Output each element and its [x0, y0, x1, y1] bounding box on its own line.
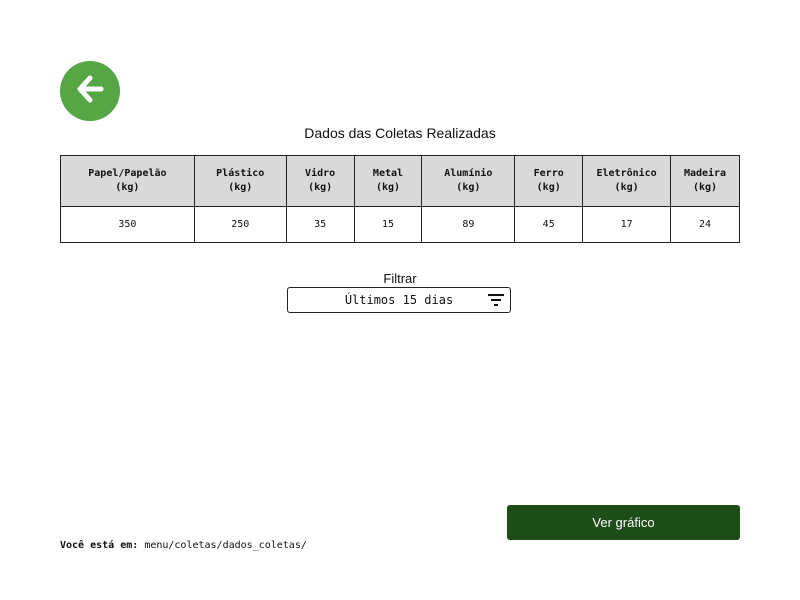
table-cell: 250	[193, 206, 287, 243]
table-header-row: Papel/Papelão (kg) Plástico (kg) Vidro (kg)…	[60, 155, 740, 207]
view-graph-button[interactable]: Ver gráfico	[507, 505, 740, 540]
table-cell: 24	[670, 206, 740, 243]
column-header: Plástico (kg)	[193, 155, 287, 207]
arrow-left-icon	[73, 72, 107, 111]
table-cell: 45	[514, 206, 584, 243]
column-header: Eletrônico (kg)	[582, 155, 672, 207]
column-header: Alumínio (kg)	[421, 155, 516, 207]
breadcrumb-prefix: Você está em:	[60, 540, 139, 551]
table-cell: 35	[285, 206, 355, 243]
table-cell: 89	[421, 206, 516, 243]
column-header: Madeira (kg)	[670, 155, 740, 207]
column-header: Papel/Papelão (kg)	[60, 155, 195, 207]
breadcrumb-path: menu/coletas/dados_coletas/	[144, 540, 307, 551]
filter-lines-icon[interactable]	[488, 293, 504, 307]
table-cell: 17	[582, 206, 672, 243]
filter-select[interactable]: Últimos 15 dias	[287, 287, 511, 313]
table-cell: 350	[60, 206, 195, 243]
filter-selected-value: Últimos 15 dias	[344, 293, 454, 307]
breadcrumb: Você está em: menu/coletas/dados_coletas…	[60, 540, 307, 551]
table-cell: 15	[353, 206, 423, 243]
collections-table: Papel/Papelão (kg) Plástico (kg) Vidro (kg)…	[60, 155, 740, 243]
filter-label: Filtrar	[383, 271, 417, 286]
column-header: Ferro (kg)	[514, 155, 584, 207]
table-row: 350 250 35 15 89 45 17 24	[60, 206, 740, 243]
column-header: Metal (kg)	[353, 155, 423, 207]
page-title: Dados das Coletas Realizadas	[304, 125, 496, 141]
column-header: Vidro (kg)	[285, 155, 355, 207]
back-button[interactable]	[60, 61, 120, 121]
